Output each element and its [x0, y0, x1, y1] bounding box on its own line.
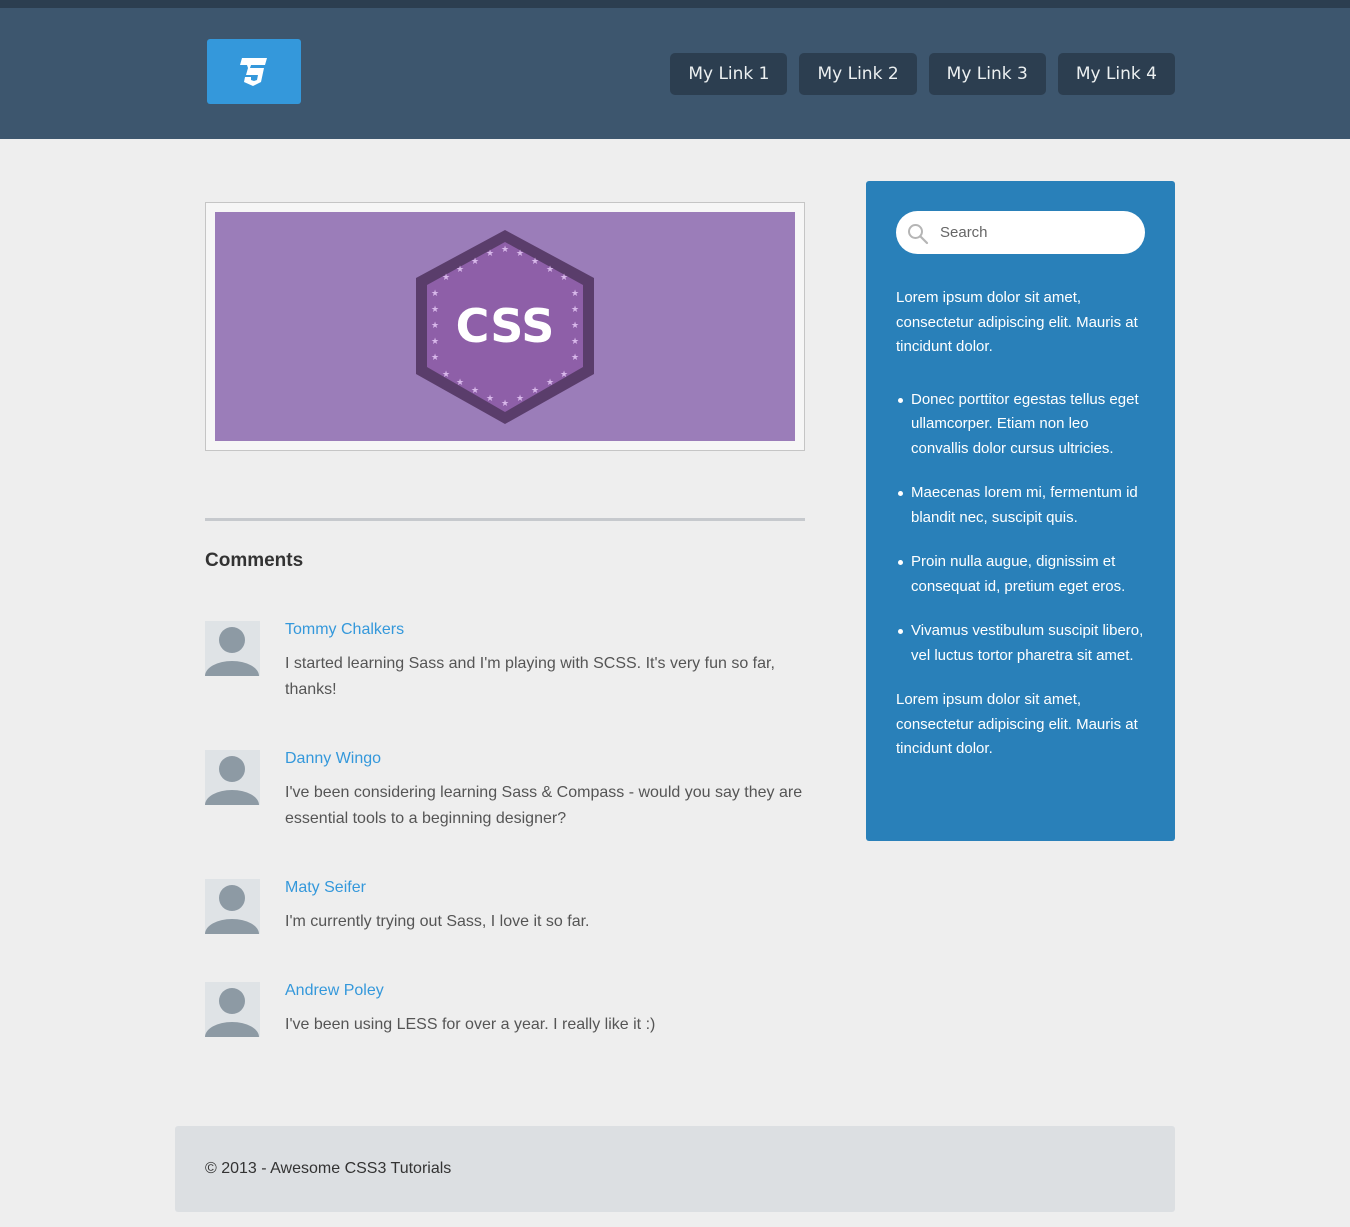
footer-copyright: © 2013 - Awesome CSS3 Tutorials — [205, 1160, 452, 1177]
comment-author-link[interactable]: Andrew Poley — [285, 982, 384, 1000]
svg-text:★: ★ — [456, 378, 464, 388]
user-silhouette-icon — [205, 627, 259, 676]
svg-text:★: ★ — [486, 249, 494, 259]
svg-text:★: ★ — [571, 321, 579, 331]
svg-text:★: ★ — [486, 394, 494, 404]
svg-text:★: ★ — [456, 265, 464, 275]
sidebar: Lorem ipsum dolor sit amet, consectetur … — [866, 181, 1175, 841]
search-box — [896, 211, 1145, 254]
user-silhouette-icon — [205, 988, 259, 1037]
top-strip — [0, 0, 1350, 8]
list-item: Proin nulla augue, dignissim et consequa… — [896, 550, 1145, 599]
list-item: Maecenas lorem mi, fermentum id blandit … — [896, 481, 1145, 530]
svg-text:★: ★ — [571, 305, 579, 315]
avatar — [205, 750, 260, 805]
svg-text:★: ★ — [442, 273, 450, 283]
svg-text:★: ★ — [431, 321, 439, 331]
svg-text:★: ★ — [501, 245, 509, 255]
badge-text: CSS — [456, 299, 555, 353]
comment-text: I've been using LESS for over a year. I … — [285, 1016, 656, 1033]
list-item: Vivamus vestibulum suscipit libero, vel … — [896, 619, 1145, 668]
section-divider — [205, 518, 805, 521]
svg-text:★: ★ — [571, 289, 579, 299]
sidebar-outro-text: Lorem ipsum dolor sit amet, consectetur … — [896, 691, 1138, 757]
css3-logo[interactable] — [207, 39, 301, 104]
nav-link-4[interactable]: My Link 4 — [1057, 53, 1175, 95]
hero-image-frame: ★ ★ ★ ★ ★ ★ ★ ★ ★ ★ ★ ★ ★ ★ ★ ★ ★ ★ ★ ★ ★ ★ ★ ★ ★ ★ ★ ★ CSS — [205, 202, 805, 451]
avatar — [205, 982, 260, 1037]
svg-text:★: ★ — [431, 305, 439, 315]
svg-text:★: ★ — [501, 399, 509, 409]
comment-text: I started learning Sass and I'm playing … — [285, 655, 775, 698]
svg-text:★: ★ — [531, 257, 539, 267]
main-nav: My Link 1 My Link 2 My Link 3 My Link 4 — [670, 53, 1175, 95]
comment-author-link[interactable]: Danny Wingo — [285, 750, 381, 768]
svg-text:★: ★ — [442, 370, 450, 380]
svg-text:★: ★ — [571, 353, 579, 363]
svg-text:★: ★ — [560, 370, 568, 380]
svg-text:★: ★ — [531, 386, 539, 396]
search-input[interactable] — [940, 211, 1135, 254]
svg-text:★: ★ — [571, 337, 579, 347]
avatar — [205, 621, 260, 676]
sidebar-list: Donec porttitor egestas tellus eget ulla… — [896, 388, 1145, 669]
css-badge-icon: ★ ★★★★ ★★★★ ★★★★★ ★★★★★ ★ ★★★★ ★★★★ CSS — [416, 230, 594, 424]
svg-text:★: ★ — [471, 386, 479, 396]
svg-text:★: ★ — [546, 378, 554, 388]
nav-link-1[interactable]: My Link 1 — [670, 53, 788, 95]
sidebar-intro-text: Lorem ipsum dolor sit amet, consectetur … — [896, 289, 1138, 355]
svg-text:★: ★ — [516, 394, 524, 404]
user-silhouette-icon — [205, 885, 259, 934]
svg-text:★: ★ — [431, 353, 439, 363]
comment-text: I'm currently trying out Sass, I love it… — [285, 913, 590, 930]
comment-text: I've been considering learning Sass & Co… — [285, 784, 803, 827]
css3-shield-icon — [240, 57, 267, 86]
svg-text:★: ★ — [546, 265, 554, 275]
comment-author-link[interactable]: Tommy Chalkers — [285, 621, 404, 639]
comment-author-link[interactable]: Maty Seifer — [285, 879, 366, 897]
svg-text:★: ★ — [431, 289, 439, 299]
site-footer: © 2013 - Awesome CSS3 Tutorials — [175, 1126, 1175, 1212]
avatar — [205, 879, 260, 934]
list-item: Donec porttitor egestas tellus eget ulla… — [896, 388, 1145, 462]
comments-heading: Comments — [205, 550, 304, 571]
hero-image: ★ ★ ★ ★ ★ ★ ★ ★ ★ ★ ★ ★ ★ ★ ★ ★ ★ ★ ★ ★ ★ ★ ★ ★ ★ ★ ★ ★ CSS — [215, 212, 795, 441]
search-icon[interactable] — [907, 223, 929, 245]
svg-text:★: ★ — [560, 273, 568, 283]
site-header: My Link 1 My Link 2 My Link 3 My Link 4 — [0, 8, 1350, 139]
nav-link-3[interactable]: My Link 3 — [928, 53, 1046, 95]
svg-text:★: ★ — [516, 249, 524, 259]
nav-link-2[interactable]: My Link 2 — [799, 53, 917, 95]
svg-text:★: ★ — [471, 257, 479, 267]
svg-text:★: ★ — [431, 337, 439, 347]
user-silhouette-icon — [205, 756, 259, 805]
